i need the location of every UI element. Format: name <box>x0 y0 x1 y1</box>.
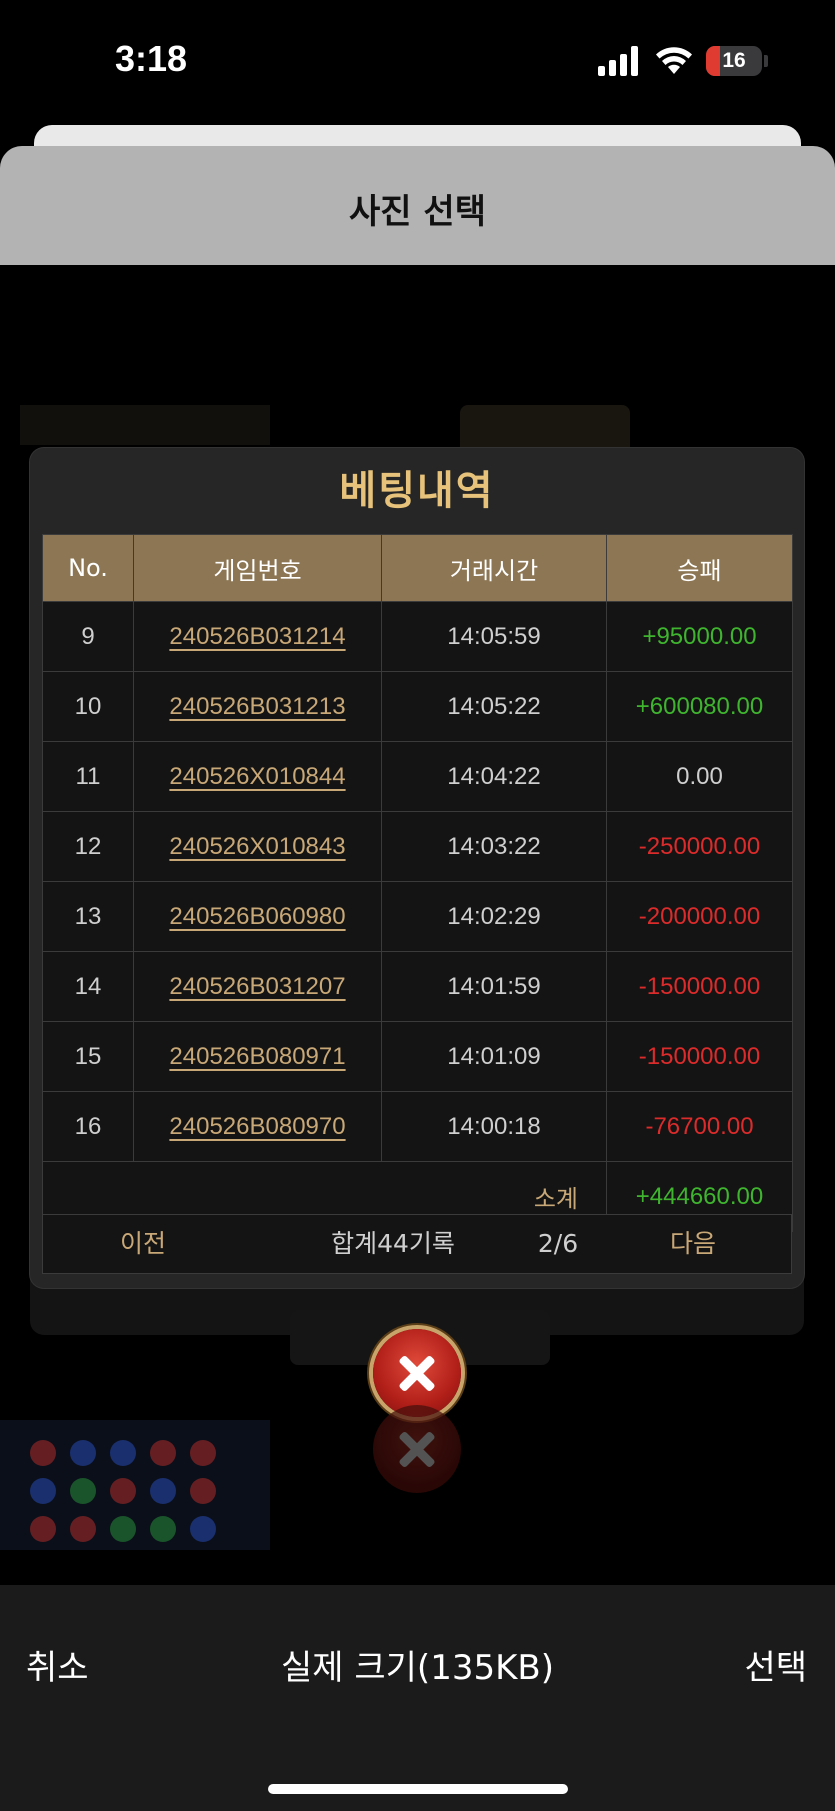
battery-icon: 16 <box>706 46 762 76</box>
table-row: 12 240526X010843 14:03:22 -250000.00 <box>42 811 793 882</box>
win-loss-value: -150000.00 <box>606 1021 793 1092</box>
transaction-time: 14:04:22 <box>381 741 607 812</box>
cellular-signal-icon <box>598 46 640 76</box>
row-number: 15 <box>42 1021 134 1092</box>
background-banner <box>20 405 270 445</box>
game-number-link[interactable]: 240526B080970 <box>133 1091 382 1162</box>
transaction-time: 14:01:59 <box>381 951 607 1022</box>
game-number-link[interactable]: 240526B031213 <box>133 671 382 742</box>
select-button[interactable]: 선택 <box>744 1640 807 1689</box>
road-dot <box>150 1478 176 1504</box>
win-loss-value: -150000.00 <box>606 951 793 1022</box>
road-dot <box>110 1440 136 1466</box>
transaction-time: 14:05:59 <box>381 601 607 672</box>
transaction-time: 14:00:18 <box>381 1091 607 1162</box>
home-indicator[interactable] <box>268 1784 568 1794</box>
road-dot <box>30 1440 56 1466</box>
road-dot <box>70 1478 96 1504</box>
sheet-header: 사진 선택 <box>0 146 835 265</box>
road-dot <box>70 1516 96 1542</box>
row-number: 14 <box>42 951 134 1022</box>
game-number-link[interactable]: 240526B080971 <box>133 1021 382 1092</box>
status-time: 3:18 <box>115 38 188 79</box>
wifi-icon <box>656 47 692 74</box>
status-bar: 3:18 16 <box>0 0 835 120</box>
row-number: 9 <box>42 601 134 672</box>
transaction-time: 14:03:22 <box>381 811 607 882</box>
transaction-time: 14:02:29 <box>381 881 607 952</box>
total-records: 합계44기록 <box>331 1229 455 1258</box>
battery-percent: 16 <box>722 49 746 72</box>
win-loss-value: 0.00 <box>606 741 793 812</box>
win-loss-value: +95000.00 <box>606 601 793 672</box>
road-dot <box>30 1478 56 1504</box>
column-header-time: 거래시간 <box>381 534 607 602</box>
column-header-result: 승패 <box>606 534 793 602</box>
column-header-game-number: 게임번호 <box>133 534 382 602</box>
road-dot <box>150 1440 176 1466</box>
road-dot <box>190 1516 216 1542</box>
road-dot <box>150 1516 176 1542</box>
sheet-title: 사진 선택 <box>349 192 486 232</box>
row-number: 13 <box>42 881 134 952</box>
row-number: 10 <box>42 671 134 742</box>
road-dot <box>30 1516 56 1542</box>
road-dot <box>190 1440 216 1466</box>
table-row: 10 240526B031213 14:05:22 +600080.00 <box>42 671 793 742</box>
battery-nub <box>764 55 768 67</box>
game-number-link[interactable]: 240526B060980 <box>133 881 382 952</box>
modal-title: 베팅내역 <box>339 468 495 514</box>
prev-page-button[interactable]: 이전 <box>83 1215 203 1273</box>
close-button-reflection <box>373 1405 461 1493</box>
row-number: 16 <box>42 1091 134 1162</box>
win-loss-value: -76700.00 <box>606 1091 793 1162</box>
pagination: 이전 합계44기록 2/6 다음 <box>42 1214 792 1274</box>
actual-size-button[interactable]: 실제 크기(135KB) <box>0 1640 835 1689</box>
page-indicator: 2/6 <box>537 1229 579 1258</box>
road-dot <box>110 1516 136 1542</box>
win-loss-value: -250000.00 <box>606 811 793 882</box>
table-header-row: No. 게임번호 거래시간 승패 <box>42 534 793 602</box>
game-number-link[interactable]: 240526X010844 <box>133 741 382 812</box>
table-row: 14 240526B031207 14:01:59 -150000.00 <box>42 951 793 1022</box>
transaction-time: 14:01:09 <box>381 1021 607 1092</box>
win-loss-value: -200000.00 <box>606 881 793 952</box>
win-loss-value: +600080.00 <box>606 671 793 742</box>
bottom-toolbar: 취소 실제 크기(135KB) 선택 <box>0 1585 835 1811</box>
background-road-board <box>0 1420 270 1550</box>
game-number-link[interactable]: 240526B031207 <box>133 951 382 1022</box>
transaction-time: 14:05:22 <box>381 671 607 742</box>
betting-history-table: No. 게임번호 거래시간 승패 9 240526B031214 14:05:59 +… <box>42 534 793 1232</box>
column-header-no: No. <box>42 534 134 602</box>
table-row: 9 240526B031214 14:05:59 +95000.00 <box>42 601 793 672</box>
table-row: 15 240526B080971 14:01:09 -150000.00 <box>42 1021 793 1092</box>
game-number-link[interactable]: 240526X010843 <box>133 811 382 882</box>
close-modal-button[interactable] <box>373 1329 461 1417</box>
road-dot <box>190 1478 216 1504</box>
game-number-link[interactable]: 240526B031214 <box>133 601 382 672</box>
road-dot <box>70 1440 96 1466</box>
next-page-button[interactable]: 다음 <box>633 1215 753 1273</box>
row-number: 11 <box>42 741 134 812</box>
table-row: 13 240526B060980 14:02:29 -200000.00 <box>42 881 793 952</box>
table-row: 11 240526X010844 14:04:22 0.00 <box>42 741 793 812</box>
road-dot <box>110 1478 136 1504</box>
table-row: 16 240526B080970 14:00:18 -76700.00 <box>42 1091 793 1162</box>
betting-history-modal: 베팅내역 No. 게임번호 거래시간 승패 9 240526B031214 14:0… <box>30 448 804 1288</box>
row-number: 12 <box>42 811 134 882</box>
